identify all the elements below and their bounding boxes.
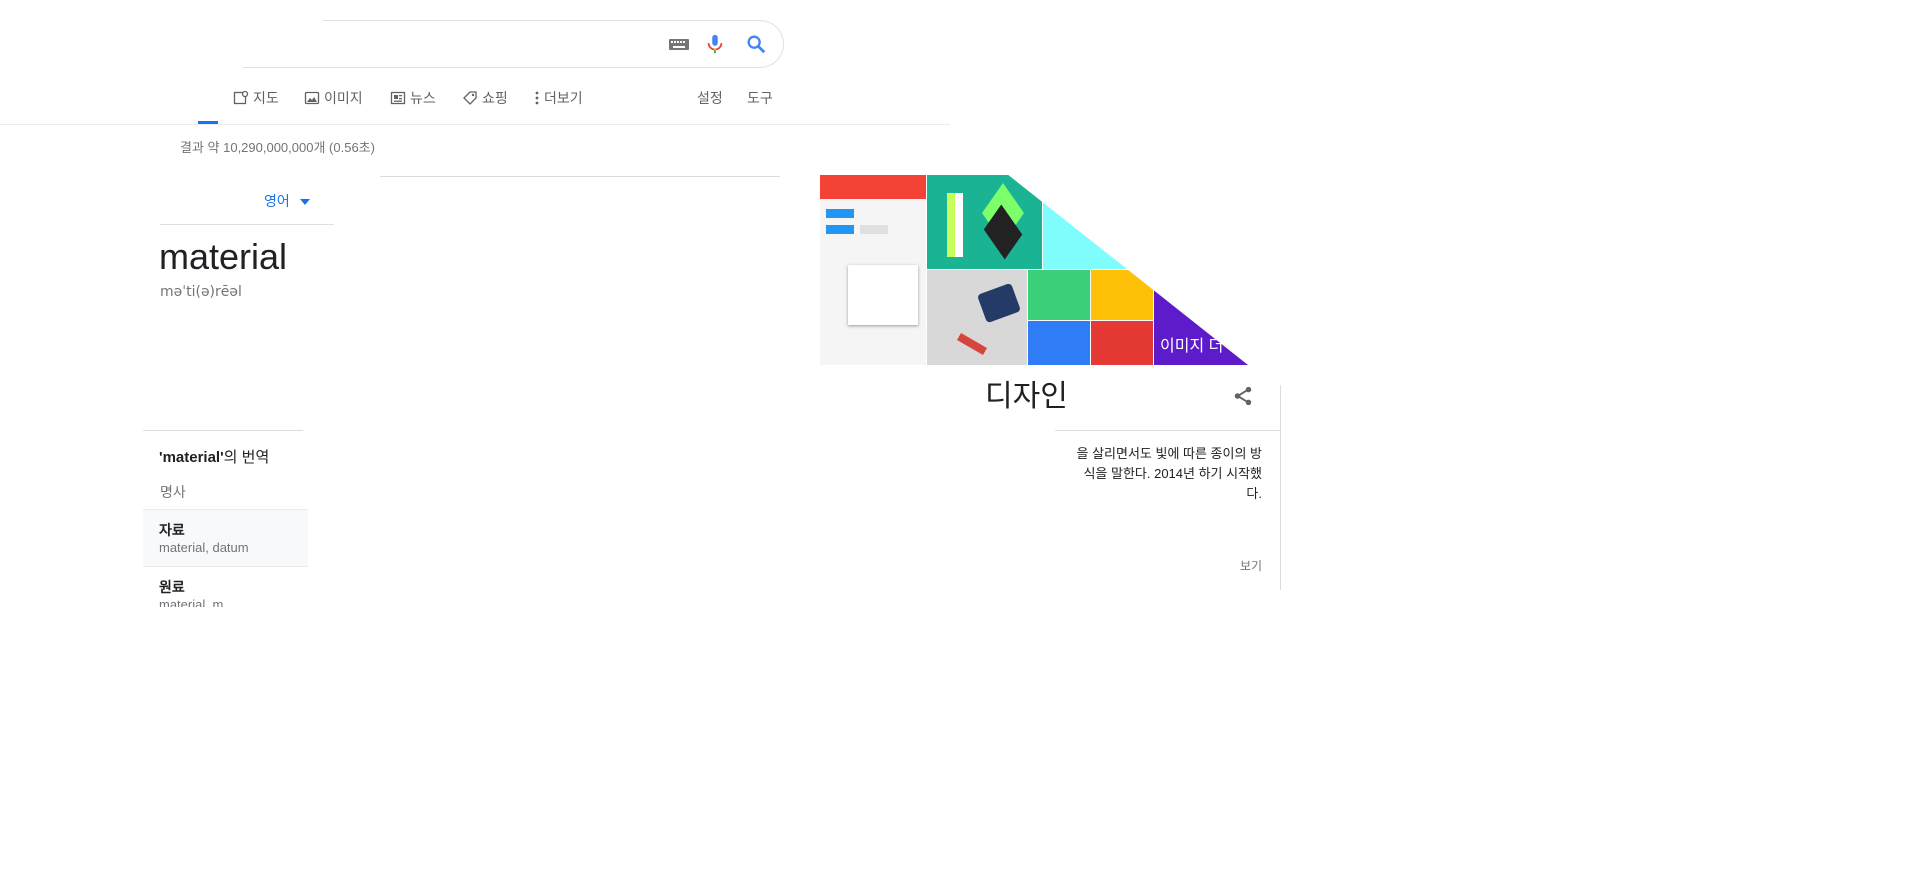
image-tile[interactable] [1091,270,1153,320]
image-tile[interactable] [927,270,1027,365]
translation-row[interactable]: 자료 material, datum [143,509,308,567]
part-of-speech: 명사 [160,484,186,500]
more-link[interactable]: 보기 [1240,557,1262,574]
tab-shopping[interactable]: 쇼핑 [462,88,508,124]
tab-label: 이미지 [324,90,363,106]
knowledge-panel-title: 디자인 [985,380,1068,413]
card-border [1280,385,1281,590]
tab-label: 설정 [697,90,723,106]
result-stats: 결과 약 10,290,000,000개 (0.56초) [180,140,375,155]
tab-label: 쇼핑 [482,90,508,106]
search-tabs: 지도 이미지 뉴스 쇼핑 더보기 설정 도구 [0,88,950,125]
translation-synonyms: material, datum [159,540,249,555]
translation-synonyms: material, m [159,597,224,607]
translation-title: 'material'의 번역 [159,446,269,467]
tab-more[interactable]: 더보기 [534,88,583,124]
image-tile[interactable] [927,175,1042,269]
tab-active-indicator [198,121,218,124]
image-tile[interactable] [1091,321,1153,365]
divider [143,430,303,431]
tab-label: 도구 [747,90,773,106]
image-tile[interactable] [820,175,926,365]
card-border [380,176,780,177]
keyboard-icon[interactable] [668,33,690,55]
tab-label: 뉴스 [410,90,436,106]
search-icon[interactable] [745,33,767,55]
microphone-icon[interactable] [704,33,726,55]
tab-label: 지도 [253,90,279,106]
share-icon[interactable] [1232,385,1254,407]
divider [1055,430,1280,431]
image-tile[interactable] [1043,175,1248,269]
dictionary-word: material [159,236,288,277]
search-box[interactable] [243,20,784,68]
translation-row[interactable]: 원료 material, m [143,567,308,607]
tab-tools[interactable]: 도구 [747,88,773,124]
tab-settings[interactable]: 설정 [697,88,723,124]
dropdown-arrow-icon[interactable] [300,199,310,205]
news-icon [390,90,406,106]
translation-word: 'material' [159,449,224,466]
tab-news[interactable]: 뉴스 [390,88,436,124]
image-tile[interactable] [1028,321,1090,365]
knowledge-panel-description: 을 살리면서도 빛에 따른 종이의 방식을 말한다. 2014년 하기 시작했다… [1076,446,1263,501]
divider [160,224,334,225]
tab-maps[interactable]: 지도 [233,88,279,124]
translation-suffix: 의 번역 [223,449,270,466]
tab-images[interactable]: 이미지 [304,88,363,124]
more-images-label[interactable]: 이미지 더 [1160,332,1223,356]
more-vert-icon [534,90,540,106]
language-selector[interactable]: 영어 [264,191,290,211]
image-icon [304,90,320,106]
translation-term: 자료 [159,522,185,538]
search-top-fade [243,18,323,22]
image-tile[interactable] [1028,270,1090,320]
pronunciation: məˈti(ə)rēəl [160,284,242,300]
map-icon [233,90,249,106]
translation-term: 원료 [159,579,185,595]
tag-icon [462,90,478,106]
tab-label: 더보기 [544,90,583,106]
